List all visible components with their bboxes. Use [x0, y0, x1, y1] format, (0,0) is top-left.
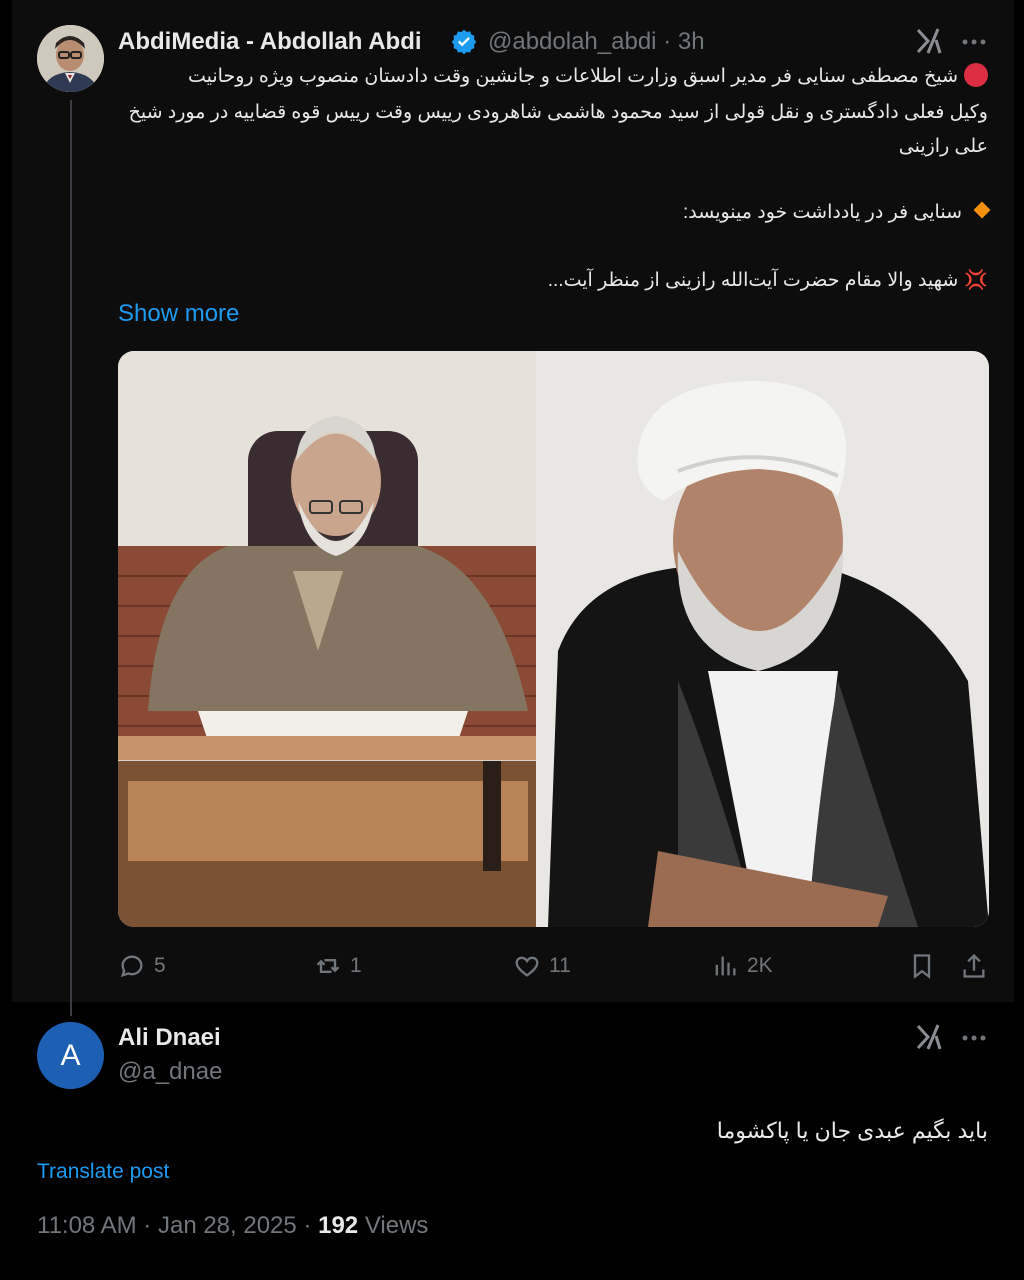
- reply-icon: [120, 955, 143, 978]
- repost-count: 1: [350, 954, 362, 977]
- verified-badge-icon: [450, 28, 478, 56]
- separator-dot: ·: [303, 1212, 319, 1239]
- tweet-media[interactable]: [118, 351, 989, 927]
- grok-icon[interactable]: [914, 1022, 944, 1059]
- reply-time[interactable]: 11:08 AM: [37, 1212, 137, 1239]
- reply-author-handle[interactable]: @a_dnae: [118, 1058, 222, 1086]
- tweet-photo: [118, 351, 989, 927]
- bookmark-button[interactable]: [908, 950, 944, 982]
- share-button[interactable]: [960, 950, 996, 982]
- repost-icon: [316, 959, 340, 973]
- more-options-icon[interactable]: [960, 28, 988, 63]
- author-handle[interactable]: @abdolah_abdi: [488, 28, 657, 55]
- reply-count: 5: [154, 954, 166, 977]
- like-icon: [515, 956, 539, 977]
- reply-button[interactable]: 5: [118, 950, 166, 982]
- views-button[interactable]: 2K: [711, 950, 773, 982]
- orange-diamond-icon: [973, 201, 991, 219]
- separator-dot: ·: [143, 1212, 158, 1239]
- tweet-text-line-4: سنایی فر در یادداشت خود مینویسد:: [108, 198, 991, 228]
- tweet-text-line-1: شیخ مصطفی سنایی فر مدیر اسبق وزارت اطلاع…: [108, 62, 988, 92]
- reply-date[interactable]: Jan 28, 2025: [158, 1212, 297, 1239]
- more-options-icon[interactable]: [960, 1024, 988, 1059]
- anger-symbol-icon: 💢: [964, 270, 988, 291]
- separator-dot: ·: [663, 28, 672, 55]
- share-icon: [963, 953, 985, 978]
- reply-views-count: 192: [318, 1212, 359, 1239]
- reply-author-avatar[interactable]: A: [37, 1022, 104, 1089]
- reply-author-name[interactable]: Ali Dnaei: [118, 1024, 221, 1052]
- reply-views-label: Views: [364, 1212, 429, 1239]
- like-button[interactable]: 11: [513, 950, 571, 982]
- like-count: 11: [549, 954, 571, 977]
- translate-post-link[interactable]: Translate post: [37, 1160, 169, 1184]
- author-avatar[interactable]: [37, 25, 104, 92]
- author-handle-row: @abdolah_abdi · 3h: [488, 28, 705, 56]
- bookmark-icon: [913, 954, 931, 979]
- tweet-text-line-3: علی رازینی: [898, 136, 988, 157]
- reply-timestamp: 11:08 AM · Jan 28, 2025 · 192 Views: [37, 1212, 428, 1240]
- views-icon: [715, 956, 736, 976]
- tweet-text-line-2: وکیل فعلی دادگستری و نقل قولی از سید محم…: [128, 102, 988, 123]
- author-name[interactable]: AbdiMedia - Abdollah Abdi: [118, 28, 422, 56]
- views-count: 2K: [747, 954, 773, 977]
- tweet-text-line-5: 💢شهید والا مقام حضرت آیت‌الله رازینی از …: [547, 270, 988, 291]
- red-circle-icon: [964, 63, 988, 87]
- thread-line: [70, 100, 72, 1016]
- tweet-time-ago[interactable]: 3h: [678, 28, 705, 55]
- reply-text: باید بگیم عبدی جان یا پاکشوما: [716, 1118, 988, 1143]
- repost-button[interactable]: 1: [314, 950, 362, 982]
- show-more-link[interactable]: Show more: [118, 300, 239, 328]
- grok-icon[interactable]: [914, 26, 944, 63]
